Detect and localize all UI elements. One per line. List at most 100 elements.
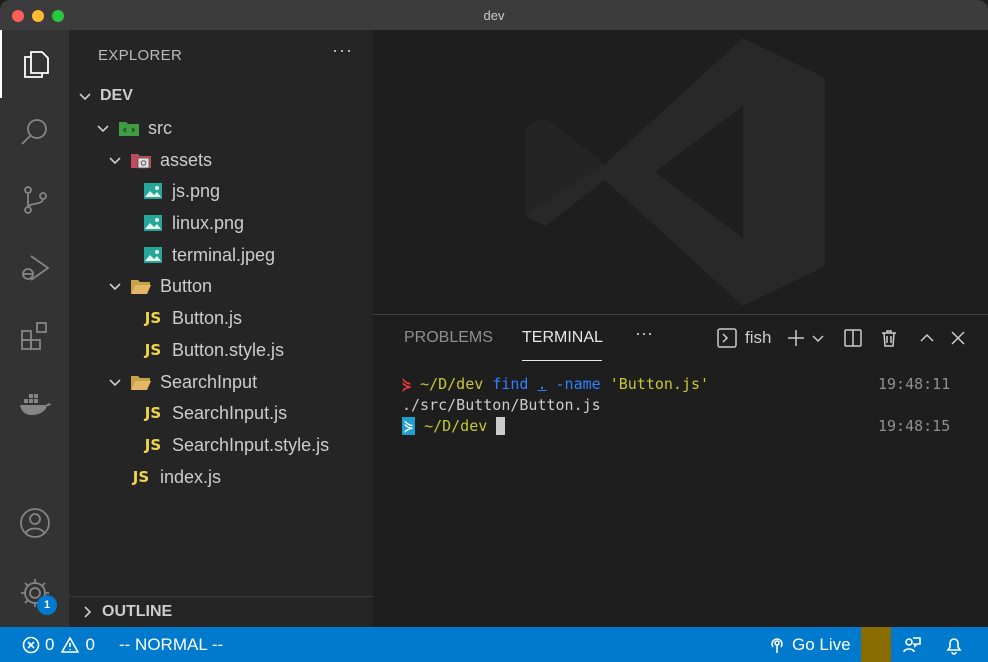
tree-root-label: DEV xyxy=(100,87,133,104)
tree-item-js-png[interactable]: js.png xyxy=(69,175,373,207)
bottom-panel: PROBLEMS TERMINAL ··· fish ⋟ ~/D/dev fin… xyxy=(373,314,988,627)
feedback-button[interactable] xyxy=(902,627,922,662)
tree-item-searchinput-style-js[interactable]: JS SearchInput.style.js xyxy=(69,429,373,461)
split-icon xyxy=(844,329,862,347)
fish-prompt-icon: ⋟ xyxy=(402,416,416,435)
tab-terminal[interactable]: TERMINAL xyxy=(522,329,603,347)
chevron-down-icon xyxy=(106,151,124,169)
tree-item-label: index.js xyxy=(160,466,222,487)
split-terminal-button[interactable] xyxy=(843,326,863,350)
terminal-line: ⋟ ~/D/dev find . -name 'Button.js' xyxy=(402,373,709,394)
tree-item-label: Button xyxy=(160,275,213,296)
fish-prompt-icon: ⋟ xyxy=(402,374,412,393)
tree-item-label: assets xyxy=(160,149,213,170)
chevron-down-icon xyxy=(106,373,124,391)
js-file-icon: JS xyxy=(144,341,162,359)
chevron-down-icon xyxy=(812,335,824,343)
terminal-shell-selector[interactable]: fish xyxy=(716,326,771,350)
terminal-output-line: ./src/Button/Button.js xyxy=(402,395,601,414)
tree-item-button-js[interactable]: JS Button.js xyxy=(69,302,373,334)
tree-item-label: Button.js xyxy=(172,307,243,328)
outline-section-header[interactable]: OUTLINE xyxy=(69,596,373,627)
panel-more-button[interactable]: ··· xyxy=(635,323,653,344)
tree-item-searchinput-folder[interactable]: SearchInput xyxy=(69,366,373,398)
activity-run-debug[interactable] xyxy=(0,234,69,302)
activity-search[interactable] xyxy=(0,98,69,166)
tree-item-button-style-js[interactable]: JS Button.style.js xyxy=(69,334,373,366)
image-file-icon xyxy=(142,212,164,234)
chevron-down-icon xyxy=(106,277,124,295)
problems-status[interactable]: 0 0 xyxy=(22,627,95,662)
terminal-line: ⋟ ~/D/dev xyxy=(402,415,506,436)
tree-item-label: Button.style.js xyxy=(172,339,285,360)
prompt-path: ~/D/dev xyxy=(424,416,488,435)
explorer-more-button[interactable]: ··· xyxy=(332,40,353,61)
image-file-icon xyxy=(142,180,164,202)
feedback-icon xyxy=(903,636,921,652)
bell-icon xyxy=(946,637,962,655)
status-bar: 0 0 -- NORMAL -- Go Live xyxy=(0,627,988,662)
command-string: 'Button.js' xyxy=(609,374,710,393)
activity-settings[interactable]: 1 xyxy=(0,559,69,627)
warning-count: 0 xyxy=(85,634,95,654)
terminal-timestamp: 19:48:11 xyxy=(878,374,951,393)
tab-problems[interactable]: PROBLEMS xyxy=(404,329,493,347)
docker-icon xyxy=(19,394,51,415)
tree-item-label: linux.png xyxy=(172,212,245,233)
chevron-right-icon xyxy=(78,603,96,621)
activity-docker[interactable] xyxy=(0,370,69,438)
close-panel-button[interactable] xyxy=(950,326,966,350)
tree-item-label: src xyxy=(148,117,172,138)
settings-badge: 1 xyxy=(37,595,57,615)
go-live-button[interactable]: Go Live xyxy=(768,627,851,662)
window-title: dev xyxy=(483,8,505,23)
activity-extensions[interactable] xyxy=(0,302,69,370)
tree-item-index-js[interactable]: JS index.js xyxy=(69,461,373,493)
close-icon xyxy=(951,331,965,345)
explorer-icon xyxy=(23,51,49,78)
chevron-down-icon xyxy=(76,87,94,105)
notifications-button[interactable] xyxy=(945,627,963,662)
terminal-icon xyxy=(717,328,737,348)
warning-icon xyxy=(61,635,80,653)
editor-area[interactable] xyxy=(373,30,988,314)
folder-src-icon xyxy=(118,117,140,139)
status-indicator-block xyxy=(861,627,891,662)
activity-accounts[interactable] xyxy=(0,489,69,557)
command-name: find xyxy=(492,374,529,393)
prompt-path: ~/D/dev xyxy=(420,374,484,393)
js-file-icon: JS xyxy=(144,309,162,327)
tree-item-assets[interactable]: assets xyxy=(69,144,373,176)
tree-item-searchinput-js[interactable]: JS SearchInput.js xyxy=(69,397,373,429)
go-live-label: Go Live xyxy=(792,634,851,654)
activity-bar: 1 xyxy=(0,30,69,627)
tree-item-label: terminal.jpeg xyxy=(172,244,276,265)
tree-item-label: SearchInput.style.js xyxy=(172,434,330,455)
tree-item-button-folder[interactable]: Button xyxy=(69,270,373,302)
tree-item-terminal-jpeg[interactable]: terminal.jpeg xyxy=(69,239,373,271)
explorer-header: EXPLORER xyxy=(98,47,183,64)
folder-assets-icon xyxy=(130,149,152,171)
search-icon xyxy=(20,119,47,145)
terminal-shell-label: fish xyxy=(745,328,772,347)
tree-item-linux-png[interactable]: linux.png xyxy=(69,207,373,239)
terminal-cursor xyxy=(496,416,506,435)
activity-source-control[interactable] xyxy=(0,166,69,234)
folder-open-icon xyxy=(130,275,152,297)
js-file-icon: JS xyxy=(144,436,162,454)
kill-terminal-button[interactable] xyxy=(879,326,899,350)
run-debug-icon xyxy=(21,255,50,281)
command-argument: . xyxy=(537,374,547,393)
activity-explorer[interactable] xyxy=(0,30,69,98)
tree-item-src[interactable]: src xyxy=(69,112,373,144)
maximize-panel-button[interactable] xyxy=(918,326,936,350)
terminal-dropdown-button[interactable] xyxy=(811,326,825,350)
js-file-icon: JS xyxy=(132,468,150,486)
outline-label: OUTLINE xyxy=(102,603,173,620)
title-bar: dev xyxy=(0,0,988,30)
vscode-logo-icon xyxy=(525,38,825,306)
new-terminal-button[interactable] xyxy=(786,326,806,350)
tree-root-dev[interactable]: DEV xyxy=(69,80,373,112)
source-control-icon xyxy=(23,186,47,214)
terminal-timestamp: 19:48:15 xyxy=(878,416,951,435)
